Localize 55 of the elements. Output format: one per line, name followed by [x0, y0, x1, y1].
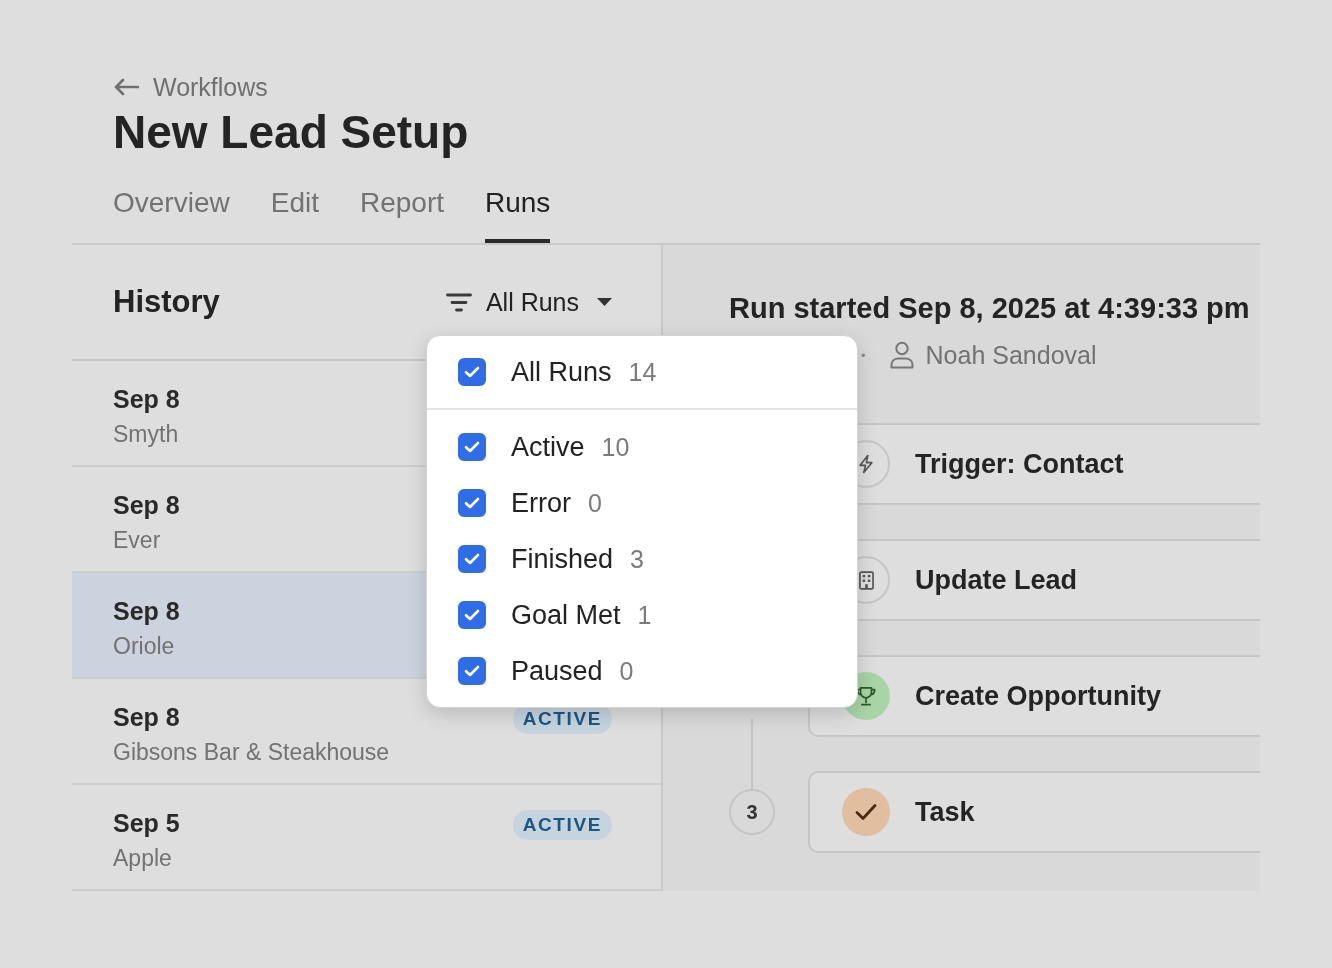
checkmark-icon — [464, 553, 480, 565]
back-link[interactable]: Workflows — [113, 72, 268, 102]
tab[interactable]: Edit — [270, 177, 319, 243]
checkmark-icon — [464, 609, 480, 621]
step-number: 3 — [729, 789, 775, 835]
user-name: Noah Sandoval — [925, 340, 1097, 370]
run-name: Ever — [113, 526, 162, 555]
filter-icon — [445, 292, 472, 312]
checkbox[interactable] — [458, 545, 486, 573]
history-title: History — [113, 284, 220, 320]
back-arrow-icon — [113, 78, 139, 96]
run-name: Smyth — [113, 420, 180, 449]
checkbox[interactable] — [458, 433, 486, 461]
checkbox[interactable] — [458, 358, 486, 386]
run-name: Apple — [113, 844, 173, 873]
run-date: Sep 8 — [113, 702, 181, 733]
option-count: 0 — [588, 488, 602, 518]
option-count: 10 — [601, 432, 630, 462]
step-title: Update Lead — [915, 564, 1078, 596]
checkmark-icon — [464, 665, 480, 677]
option-count: 3 — [630, 544, 644, 574]
option-count: 1 — [637, 600, 652, 630]
caret-down-icon — [597, 298, 612, 306]
step-card[interactable]: Create Opportunity — [808, 655, 1260, 737]
page-title: New Lead Setup — [113, 107, 469, 158]
run-title: Run started Sep 8, 2025 at 4:39:33 pm — [729, 291, 1250, 325]
checkmark-icon — [464, 441, 480, 453]
option-label[interactable]: Finished — [511, 543, 614, 575]
run-date: Sep 5 — [113, 808, 180, 839]
run-date: Sep 8 — [113, 490, 180, 521]
option-label[interactable]: Error — [511, 487, 571, 519]
tab[interactable]: Overview — [113, 177, 230, 243]
run-name: Oriole — [113, 632, 176, 661]
run-name: Gibsons Bar & Steakhouse — [113, 738, 390, 767]
tab[interactable]: Report — [359, 177, 444, 243]
option-label[interactable]: Goal Met — [511, 599, 621, 631]
checkbox[interactable] — [458, 601, 486, 629]
person-icon — [889, 341, 914, 369]
status-badge: ACTIVE — [512, 810, 612, 840]
checkmark-icon — [842, 788, 890, 836]
checkbox[interactable] — [458, 489, 486, 517]
step-title: Create Opportunity — [915, 680, 1162, 712]
checkmark-icon — [464, 366, 480, 378]
history-row[interactable]: Sep 5 Apple ACTIVE — [72, 785, 661, 891]
step-card[interactable]: Task — [808, 771, 1260, 853]
step-title: Task — [915, 796, 975, 828]
tab[interactable]: Runs — [485, 177, 551, 243]
filter-button[interactable]: All Runs — [445, 287, 612, 317]
checkmark-icon — [464, 497, 480, 509]
run-date: Sep 8 — [113, 596, 180, 627]
run-date: Sep 8 — [113, 384, 180, 415]
separator-dot: • — [861, 347, 866, 363]
step-title: Trigger: Contact — [915, 448, 1124, 480]
checkbox[interactable] — [458, 657, 486, 685]
option-label[interactable]: Active — [511, 431, 585, 463]
